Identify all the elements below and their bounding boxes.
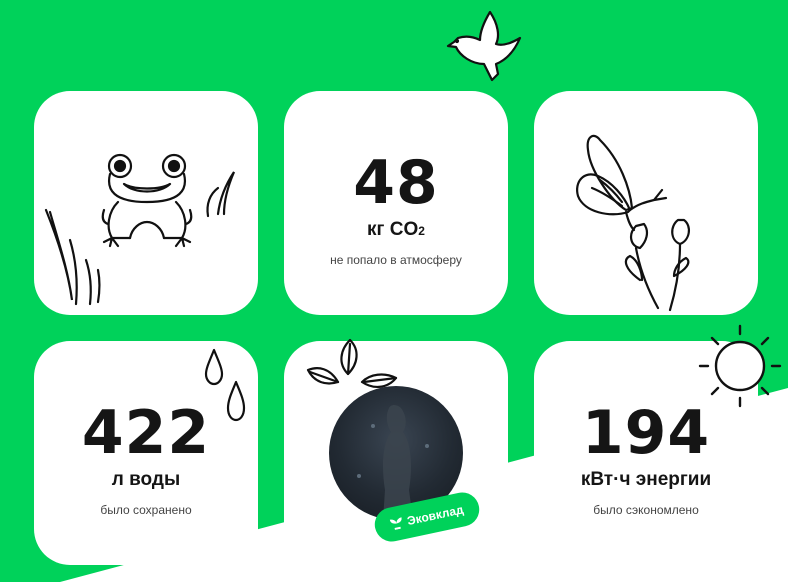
sprout-icon — [389, 517, 402, 530]
energy-caption: было сэкономлено — [593, 503, 699, 517]
drops-icon — [204, 348, 246, 422]
grass-small-icon — [206, 171, 236, 218]
badge-label: Эковклад — [405, 502, 465, 529]
grass-icon — [44, 208, 101, 306]
energy-value: 194 — [581, 398, 711, 468]
water-unit: л воды — [111, 469, 181, 490]
co2-value: 48 — [353, 148, 439, 218]
water-caption: было сохранено — [100, 503, 192, 517]
co2-caption: не попало в атмосферу — [330, 253, 462, 267]
co2-card: 48 кг CO2 не попало в атмосферу — [284, 91, 508, 315]
butterfly-icon — [576, 134, 690, 312]
sun-icon — [698, 324, 782, 408]
energy-unit: кВт·ч энергии — [580, 469, 712, 490]
water-value: 422 — [81, 398, 211, 468]
bird-icon — [446, 10, 522, 82]
co2-unit: кг CO2 — [367, 219, 425, 240]
frog-icon — [101, 153, 193, 248]
